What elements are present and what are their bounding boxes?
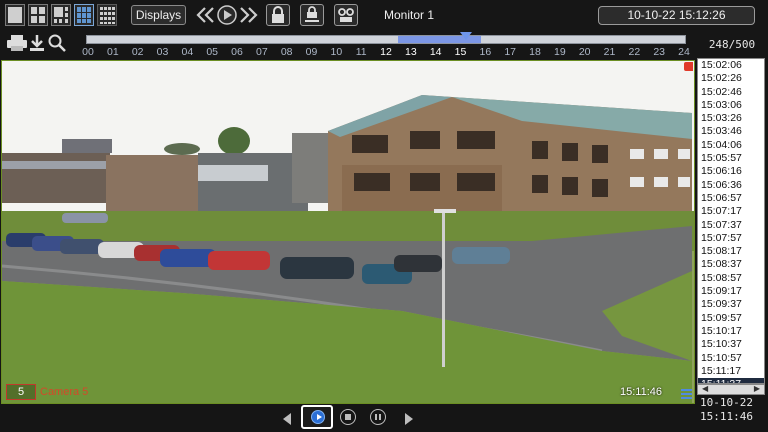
top-toolbar: Displays Monitor 1 10-10-22 15:12:26 xyxy=(0,0,768,30)
menu-icon[interactable] xyxy=(681,389,692,399)
playback-date: 10-10-22 xyxy=(700,396,753,409)
step-forward-icon[interactable] xyxy=(402,410,416,428)
timeline-hour-22: 22 xyxy=(628,46,641,58)
camera-video-feed[interactable]: 5 Camera 5 15:11:46 xyxy=(1,60,695,404)
timeline-cursor[interactable] xyxy=(459,32,472,40)
layout-1plus5-icon[interactable] xyxy=(51,4,71,26)
monitor-title: Monitor 1 xyxy=(384,8,435,22)
timestamp-list-item[interactable]: 15:03:06 xyxy=(698,99,764,112)
layout-1x1-icon[interactable] xyxy=(5,4,25,26)
play-icon xyxy=(311,410,325,424)
pause-icon[interactable] xyxy=(370,409,386,425)
timeline-hour-08: 08 xyxy=(280,46,293,58)
tape-icon[interactable] xyxy=(334,4,358,26)
list-marker-icon xyxy=(684,62,693,71)
timestamp-list-item[interactable]: 15:11:17 xyxy=(698,365,764,378)
layout-3x3-icon[interactable] xyxy=(74,4,94,26)
timeline-hour-11: 11 xyxy=(355,46,367,58)
timestamp-list-item[interactable]: 15:02:26 xyxy=(698,72,764,85)
timestamp-list-item[interactable]: 15:02:46 xyxy=(698,86,764,99)
timestamp-list-item[interactable]: 15:07:37 xyxy=(698,219,764,232)
lock-icon[interactable] xyxy=(266,4,290,26)
timestamp-list-item[interactable]: 15:03:26 xyxy=(698,112,764,125)
timestamp-list-item[interactable]: 15:08:57 xyxy=(698,272,764,285)
frame-counter: 248/500 xyxy=(696,30,768,60)
timeline-hour-21: 21 xyxy=(603,46,616,58)
timestamp-list-item[interactable]: 15:02:06 xyxy=(698,59,764,72)
timeline-hour-09: 09 xyxy=(305,46,318,58)
timeline-hour-14: 14 xyxy=(429,46,442,58)
timeline-hour-24: 24 xyxy=(678,46,690,58)
playback-datetime: 10-10-22 15:11:46 xyxy=(700,396,753,424)
print-icon[interactable] xyxy=(6,33,28,57)
timeline-hour-17: 17 xyxy=(504,46,516,58)
camera-number-badge: 5 xyxy=(6,384,36,400)
timestamp-list-item[interactable]: 15:08:37 xyxy=(698,258,764,271)
timestamp-list-item[interactable]: 15:06:57 xyxy=(698,192,764,205)
layout-4x4-icon[interactable] xyxy=(97,4,117,26)
fast-forward-icon[interactable] xyxy=(238,4,258,26)
search-icon[interactable] xyxy=(47,33,67,57)
timestamp-list[interactable]: 15:02:06 15:02:26 15:02:46 15:03:06 15:03:26… xyxy=(697,58,765,384)
timestamp-list-item[interactable]: 15:05:57 xyxy=(698,152,764,165)
timestamp-list-item[interactable]: 15:04:06 xyxy=(698,139,764,152)
timeline-track[interactable] xyxy=(86,32,686,44)
play-button[interactable] xyxy=(301,405,333,429)
timeline-hour-18: 18 xyxy=(529,46,541,58)
scroll-right-icon[interactable]: ▶ xyxy=(754,384,760,393)
timestamp-list-item[interactable]: 15:08:17 xyxy=(698,245,764,258)
timestamp-list-item[interactable]: 15:03:46 xyxy=(698,125,764,138)
camera-scene xyxy=(2,61,694,403)
timeline-hour-05: 05 xyxy=(206,46,218,58)
eject-lock-icon[interactable] xyxy=(300,4,324,26)
timeline-hour-07: 07 xyxy=(255,46,268,58)
timestamp-list-item[interactable]: 15:09:57 xyxy=(698,312,764,325)
displays-button[interactable]: Displays xyxy=(131,5,186,25)
timeline-hour-03: 03 xyxy=(156,46,169,58)
nvr-client-window: Displays Monitor 1 10-10-22 15:12:26 00 … xyxy=(0,0,768,432)
scroll-left-icon[interactable]: ◀ xyxy=(702,384,708,393)
stop-icon[interactable] xyxy=(340,409,356,425)
timestamp-list-item[interactable]: 15:10:37 xyxy=(698,338,764,351)
timestamp-list-item[interactable]: 15:09:37 xyxy=(698,298,764,311)
download-icon[interactable] xyxy=(28,33,46,57)
timeline-hour-23: 23 xyxy=(653,46,665,58)
timeline-hour-20: 20 xyxy=(578,46,591,58)
timeline-hour-10: 10 xyxy=(330,46,343,58)
timestamp-list-item[interactable]: 15:09:17 xyxy=(698,285,764,298)
timestamp-list-item[interactable]: 15:07:17 xyxy=(698,205,764,218)
timestamp-list-item[interactable]: 15:06:16 xyxy=(698,165,764,178)
timeline-hour-06: 06 xyxy=(231,46,243,58)
rewind-icon[interactable] xyxy=(196,4,216,26)
timeline-hour-12: 12 xyxy=(380,46,392,58)
step-back-icon[interactable] xyxy=(280,410,294,428)
timestamp-list-item[interactable]: 15:07:57 xyxy=(698,232,764,245)
timeline-hour-19: 19 xyxy=(553,46,566,58)
layout-2x2-icon[interactable] xyxy=(28,4,48,26)
timeline-hour-00: 00 xyxy=(82,46,94,58)
timeline-hour-15: 15 xyxy=(454,46,467,58)
timeline-hour-13: 13 xyxy=(404,46,417,58)
current-datetime: 10-10-22 15:12:26 xyxy=(598,6,755,25)
play-icon[interactable] xyxy=(216,4,238,26)
timestamp-list-item[interactable]: 15:10:57 xyxy=(698,352,764,365)
timeline-hour-04: 04 xyxy=(181,46,194,58)
timeline-hour-16: 16 xyxy=(479,46,492,58)
camera-name-label: Camera 5 xyxy=(40,386,89,398)
timeline-hour-01: 01 xyxy=(106,46,119,58)
timestamp-list-item[interactable]: 15:10:17 xyxy=(698,325,764,338)
timeline-bar: 00 01 02 03 04 05 06 07 08 09 10 11 12 13 14 15 16 17 18 19… xyxy=(0,30,696,60)
playback-time: 15:11:46 xyxy=(700,410,753,423)
video-overlay-time: 15:11:46 xyxy=(620,386,663,398)
timestamp-list-scrollbar[interactable]: ◀ ▶ xyxy=(697,384,765,395)
timeline-hour-02: 02 xyxy=(131,46,144,58)
timestamp-list-item[interactable]: 15:06:36 xyxy=(698,179,764,192)
